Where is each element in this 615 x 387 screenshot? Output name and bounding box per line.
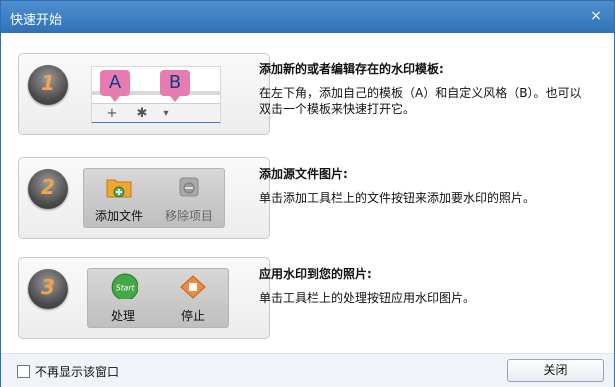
step-3-title: 应用水印到您的照片: bbox=[259, 267, 372, 281]
step-2-number-badge: 2 bbox=[28, 169, 68, 209]
dialog-footer: 不再显示该窗口 关闭 bbox=[1, 353, 614, 387]
dont-show-label[interactable]: 不再显示该窗口 bbox=[35, 363, 119, 380]
remove-item-label: 移除项目 bbox=[164, 209, 213, 223]
folder-add-icon bbox=[106, 179, 132, 198]
callout-b: B bbox=[160, 70, 190, 102]
step-2-title: 添加源文件图片: bbox=[259, 167, 348, 181]
step-2-text: 单击添加工具栏上的文件按钮来添加要水印的照片。 bbox=[259, 191, 536, 205]
step-1-number-badge: 1 bbox=[28, 65, 68, 105]
title-bar: 快速开始 × bbox=[1, 1, 614, 33]
stop-label: 停止 bbox=[180, 309, 205, 323]
template-panel-preview: A B + ✱ ▾ bbox=[91, 66, 221, 124]
add-files-label: 添加文件 bbox=[94, 209, 143, 223]
process-label: 处理 bbox=[110, 309, 135, 323]
stop-icon bbox=[180, 275, 206, 299]
process-preview: Start 处理 bbox=[88, 269, 158, 327]
step-2-panel: 2 添加文件 移除项目 bbox=[18, 157, 270, 239]
start-badge-text: Start bbox=[116, 283, 136, 292]
step-1-text: 在左下角，添加自己的模板（A）和自定义风格（B）。也可以双击一个模板来快速打开它… bbox=[259, 86, 582, 116]
content-area: 1 A B + ✱ ▾ 添加新的或者编辑存在的水印模板: 在左下角，添加自己的模… bbox=[1, 33, 614, 353]
step-1-number: 1 bbox=[41, 71, 55, 95]
files-toolbar-preview: 添加文件 移除项目 bbox=[83, 168, 225, 228]
step-3-panel: 3 Start 处理 停止 bbox=[18, 257, 270, 339]
stop-preview: 停止 bbox=[158, 269, 228, 327]
dont-show-checkbox[interactable] bbox=[17, 365, 30, 378]
chevron-down-icon: ▾ bbox=[163, 108, 169, 119]
add-files-preview: 添加文件 bbox=[84, 169, 154, 227]
close-button[interactable]: 关闭 bbox=[507, 359, 604, 382]
remove-item-preview: 移除项目 bbox=[154, 169, 224, 227]
mini-toolbar: + ✱ ▾ bbox=[92, 103, 220, 124]
process-toolbar-preview: Start 处理 停止 bbox=[87, 268, 229, 328]
close-icon[interactable]: × bbox=[588, 8, 604, 24]
step-2-number: 2 bbox=[41, 175, 55, 199]
preview-underline bbox=[92, 122, 220, 123]
remove-icon bbox=[179, 177, 199, 197]
step-1-title: 添加新的或者编辑存在的水印模板: bbox=[259, 62, 444, 76]
start-icon: Start bbox=[111, 273, 138, 299]
step-3-number-badge: 3 bbox=[28, 269, 68, 309]
window-title: 快速开始 bbox=[10, 13, 63, 28]
step-3-text: 单击工具栏上的处理按钮应用水印图片。 bbox=[259, 291, 476, 305]
step-3-number: 3 bbox=[41, 275, 55, 299]
gear-icon: ✱ bbox=[136, 106, 148, 121]
callout-a: A bbox=[100, 70, 130, 102]
quick-start-dialog: 快速开始 × 1 A B + ✱ ▾ 添加新的或者编辑存在的水印模板: 在左下角… bbox=[0, 0, 615, 387]
step-1-panel: 1 A B + ✱ ▾ bbox=[18, 53, 270, 135]
add-icon: + bbox=[106, 106, 118, 121]
